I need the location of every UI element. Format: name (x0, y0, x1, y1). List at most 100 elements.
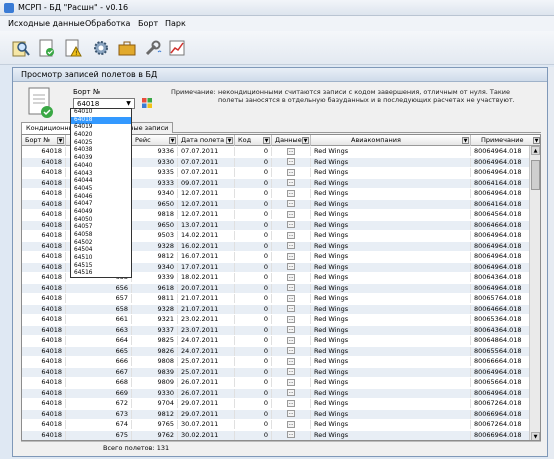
open-data-button[interactable]: ... (287, 168, 295, 176)
dropdown-item[interactable]: 64516 (71, 270, 131, 278)
open-data-button[interactable]: ... (287, 273, 295, 281)
scroll-down-icon[interactable]: ▼ (531, 432, 540, 440)
vertical-scrollbar[interactable]: ▲ ▼ (529, 146, 540, 440)
menu-source-data[interactable]: Исходные данные (8, 19, 85, 28)
table-row[interactable]: 64018 658 9328 21.07.2011 0... Red Wings 80064… (22, 304, 530, 314)
table-cell: 80064964.018 (471, 283, 530, 293)
menu-processing[interactable]: Обработка (85, 19, 130, 28)
gear-icon[interactable] (88, 35, 114, 61)
table-cell: 12.07.2011 (178, 210, 235, 220)
open-data-button[interactable]: ... (287, 357, 295, 365)
board-number-dropdown-list[interactable]: 64010 64018 64019 64020 64025 64038 64039 64040… (70, 108, 132, 278)
wrench-icon[interactable] (140, 35, 166, 61)
open-data-button[interactable]: ... (287, 200, 295, 207)
table-row[interactable]: 64018 661 9321 23.02.2011 0... Red Wings 80065… (22, 315, 530, 325)
table-row[interactable]: 64018 668 9809 26.07.2011 0... Red Wings 80065… (22, 378, 530, 388)
menu-board[interactable]: Борт (138, 19, 158, 28)
open-data-button[interactable]: ... (287, 189, 295, 197)
table-cell: Red Wings (311, 430, 471, 440)
menu-fleet[interactable]: Парк (165, 19, 186, 28)
open-data-button[interactable]: ... (287, 399, 295, 407)
open-data-button[interactable]: ... (287, 336, 295, 344)
open-data-button[interactable]: ... (287, 242, 295, 249)
col-airline[interactable]: Авиакомпания ▼ (311, 135, 471, 146)
dropdown-item[interactable]: 64043 (71, 171, 131, 179)
table-cell: 9818 (132, 210, 178, 220)
col-data[interactable]: Данные ▼ (272, 135, 311, 146)
scroll-thumb[interactable] (531, 160, 540, 190)
open-data-button[interactable]: ... (287, 378, 295, 386)
open-data-button[interactable]: ... (287, 263, 295, 270)
table-cell: 80064964.018 (471, 189, 530, 199)
open-data-button[interactable]: ... (287, 305, 295, 312)
dropdown-item[interactable]: 64019 (71, 124, 131, 132)
dropdown-item[interactable]: 64020 (71, 132, 131, 140)
table-row[interactable]: 64018 669 9330 26.07.2011 0... Red Wings 80064… (22, 388, 530, 398)
dropdown-item[interactable]: 64046 (71, 194, 131, 202)
open-data-button[interactable]: ... (287, 368, 295, 375)
dropdown-item[interactable]: 64025 (71, 140, 131, 148)
col-code[interactable]: Код ▼ (235, 135, 272, 146)
col-note[interactable]: Примечание ▼ (471, 135, 540, 146)
open-data-button[interactable]: ... (287, 221, 295, 228)
dropdown-item[interactable]: 64039 (71, 155, 131, 163)
dropdown-item[interactable]: 64057 (71, 224, 131, 232)
dropdown-item[interactable]: 64510 (71, 255, 131, 263)
open-data-button[interactable]: ... (287, 284, 295, 291)
dropdown-item[interactable]: 64502 (71, 240, 131, 248)
table-row[interactable]: 64018 674 9765 30.07.2011 0... Red Wings 80067… (22, 420, 530, 430)
document-warning-icon[interactable]: ! (60, 35, 86, 61)
chart-icon[interactable] (164, 35, 190, 61)
table-row[interactable]: 64018 673 9812 29.07.2011 0... Red Wings 80066… (22, 409, 530, 419)
col-board[interactable]: Борт № ▼ (22, 135, 66, 146)
dropdown-item[interactable]: 64040 (71, 163, 131, 171)
table-row[interactable]: 64018 672 9704 29.07.2011 0... Red Wings 80067… (22, 399, 530, 409)
table-cell: 14.02.2011 (178, 231, 235, 241)
table-row[interactable]: 64018 667 9839 25.07.2011 0... Red Wings 80064… (22, 367, 530, 377)
open-data-button[interactable]: ... (287, 326, 295, 333)
open-data-button[interactable]: ... (287, 158, 295, 165)
windows-logo-icon[interactable] (141, 97, 153, 109)
dropdown-item[interactable]: 64018 (71, 116, 131, 125)
dropdown-item[interactable]: 64504 (71, 247, 131, 255)
table-row[interactable]: 64018 663 9337 23.07.2011 0... Red Wings 80064… (22, 325, 530, 335)
table-row[interactable]: 64018 675 9762 30.02.2011 0... Red Wings 80066… (22, 430, 530, 440)
table-cell: 17.07.2011 (178, 262, 235, 272)
dropdown-item[interactable]: 64049 (71, 209, 131, 217)
dropdown-item[interactable]: 64515 (71, 263, 131, 271)
dropdown-item[interactable]: 64038 (71, 147, 131, 155)
open-data-button[interactable]: ... (287, 347, 295, 354)
table-cell: 64018 (22, 304, 66, 314)
table-row[interactable]: 64018 664 9825 24.07.2011 0... Red Wings 80064… (22, 336, 530, 346)
table-row[interactable]: 64018 665 9826 24.07.2011 0... Red Wings 80065… (22, 346, 530, 356)
open-data-button[interactable]: ... (287, 410, 295, 417)
open-data-button[interactable]: ... (287, 231, 295, 239)
table-row[interactable]: 64018 656 9618 20.07.2011 0... Red Wings 80064… (22, 283, 530, 293)
dropdown-item[interactable]: 64045 (71, 186, 131, 194)
search-icon[interactable] (8, 35, 34, 61)
dropdown-item[interactable]: 64047 (71, 201, 131, 209)
open-data-button[interactable]: ... (287, 179, 295, 186)
open-data-button[interactable]: ... (287, 420, 295, 428)
col-route[interactable]: Рейс ▼ (132, 135, 178, 146)
open-data-button[interactable]: ... (287, 431, 295, 438)
col-date[interactable]: Дата полета ▼ (178, 135, 235, 146)
open-data-button[interactable]: ... (287, 389, 295, 396)
scroll-up-icon[interactable]: ▲ (531, 146, 540, 155)
table-cell: 668 (66, 378, 132, 388)
open-data-button[interactable]: ... (287, 294, 295, 302)
table-row[interactable]: 64018 666 9808 25.07.2011 0... Red Wings 80066… (22, 357, 530, 367)
dropdown-item[interactable]: 64050 (71, 217, 131, 225)
open-data-button[interactable]: ... (287, 147, 295, 155)
dropdown-item[interactable]: 64044 (71, 178, 131, 186)
dropdown-item[interactable]: 64010 (71, 109, 131, 117)
open-data-button[interactable]: ... (287, 210, 295, 218)
document-check-icon[interactable] (34, 35, 60, 61)
open-data-button[interactable]: ... (287, 315, 295, 323)
chevron-down-icon[interactable]: ▼ (124, 100, 133, 107)
table-cell: 0 (235, 210, 272, 220)
table-row[interactable]: 64018 657 9811 21.07.2011 0... Red Wings 80065… (22, 294, 530, 304)
open-data-button[interactable]: ... (287, 252, 295, 260)
briefcase-icon[interactable] (114, 35, 140, 61)
dropdown-item[interactable]: 64058 (71, 232, 131, 240)
